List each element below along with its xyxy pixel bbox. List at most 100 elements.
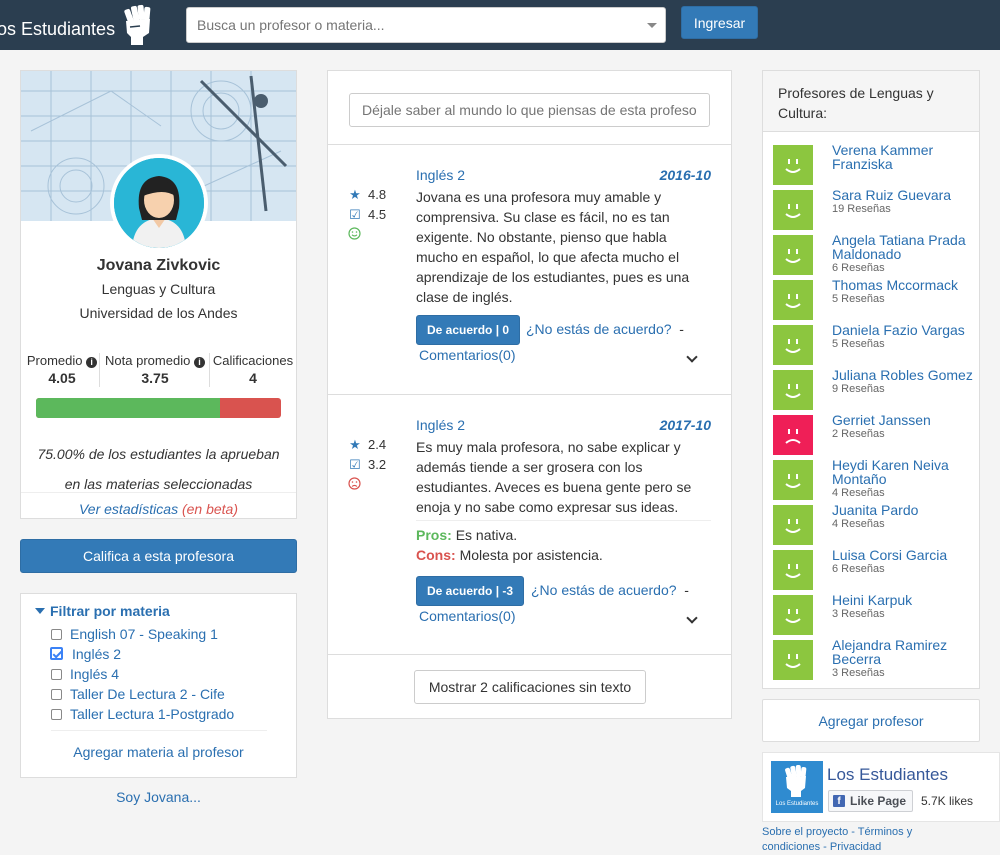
professor-list-item[interactable]: Gerriet Janssen 2 Reseñas bbox=[773, 413, 973, 455]
professor-name-link[interactable]: Verena Kammer Franziska bbox=[832, 143, 982, 171]
professor-list-item[interactable]: Angela Tatiana Prada Maldonado 6 Reseñas bbox=[773, 233, 973, 275]
grade-value: 4.5 bbox=[368, 207, 387, 222]
agree-button[interactable]: De acuerdo | 0 bbox=[416, 315, 521, 345]
info-icon[interactable]: i bbox=[193, 357, 205, 368]
happy-face-icon[interactable] bbox=[773, 235, 813, 275]
login-button[interactable]: Ingresar bbox=[681, 6, 758, 39]
happy-face-icon[interactable] bbox=[773, 550, 813, 590]
sad-face-icon[interactable] bbox=[773, 415, 813, 455]
filter-item-label[interactable]: Taller De Lectura 2 - Cife bbox=[70, 686, 225, 702]
review-cons: Cons: Molesta por asistencia. bbox=[416, 547, 603, 563]
professor-name-link[interactable]: Juliana Robles Gomez bbox=[832, 368, 982, 382]
filter-checkbox[interactable] bbox=[51, 669, 62, 680]
filter-checkbox[interactable] bbox=[51, 689, 62, 700]
filter-checkbox[interactable] bbox=[50, 647, 63, 660]
professor-list-item[interactable]: Heini Karpuk 3 Reseñas bbox=[773, 593, 973, 635]
brand-name[interactable]: os Estudiantes bbox=[0, 19, 115, 40]
filter-item-label[interactable]: Taller Lectura 1-Postgrado bbox=[70, 706, 234, 722]
comments-link[interactable]: Comentarios(0) bbox=[419, 347, 515, 363]
professor-name-link[interactable]: Thomas Mccormack bbox=[832, 278, 982, 292]
stat-value: 4.05 bbox=[48, 370, 76, 386]
info-icon[interactable]: i bbox=[86, 357, 98, 368]
review-course[interactable]: Inglés 2 bbox=[416, 417, 465, 433]
professor-name-link[interactable]: Luisa Corsi Garcia bbox=[832, 548, 982, 562]
review-input[interactable] bbox=[349, 93, 710, 127]
stats-link[interactable]: Ver estadísticas (en beta) bbox=[21, 492, 296, 517]
filter-toggle[interactable]: Filtrar por materia bbox=[35, 603, 170, 619]
professor-list-item[interactable]: Verena Kammer Franziska bbox=[773, 143, 973, 185]
happy-face-icon[interactable] bbox=[773, 460, 813, 500]
filter-item[interactable]: Taller De Lectura 2 - Cife bbox=[51, 686, 225, 706]
rate-professor-button[interactable]: Califica a esta profesora bbox=[20, 539, 297, 573]
filter-item[interactable]: Inglés 4 bbox=[51, 666, 119, 686]
add-subject-link[interactable]: Agregar materia al profesor bbox=[21, 744, 296, 760]
filter-item[interactable]: Taller Lectura 1-Postgrado bbox=[51, 706, 234, 726]
fb-like-button[interactable]: f Like Page bbox=[828, 790, 914, 812]
avatar bbox=[110, 154, 208, 252]
smile-icon bbox=[348, 227, 361, 243]
stat-label: Promedio bbox=[26, 353, 83, 368]
filter-item-label[interactable]: Inglés 2 bbox=[72, 646, 121, 662]
professor-name-link[interactable]: Daniela Fazio Vargas bbox=[832, 323, 982, 337]
fist-logo-icon[interactable] bbox=[118, 3, 156, 47]
filter-item[interactable]: English 07 - Speaking 1 bbox=[51, 626, 218, 646]
professor-list-item[interactable]: Alejandra Ramirez Becerra 3 Reseñas bbox=[773, 638, 973, 680]
search-input[interactable] bbox=[187, 8, 627, 42]
happy-face-icon[interactable] bbox=[773, 595, 813, 635]
happy-face-icon[interactable] bbox=[773, 370, 813, 410]
comments-link[interactable]: Comentarios(0) bbox=[419, 608, 515, 624]
professor-name-link[interactable]: Heini Karpuk bbox=[832, 593, 982, 607]
professor-name-link[interactable]: Heydi Karen Neiva Montaño bbox=[832, 458, 982, 486]
happy-face-icon[interactable] bbox=[773, 505, 813, 545]
professor-name-link[interactable]: Sara Ruiz Guevara bbox=[832, 188, 982, 202]
approval-text: 75.00% de los estudiantes la aprueban en… bbox=[21, 439, 296, 499]
disagree-link-text[interactable]: ¿No estás de acuerdo? bbox=[526, 321, 672, 337]
stats-link-text[interactable]: Ver estadísticas bbox=[79, 501, 178, 517]
disagree-link[interactable]: ¿No estás de acuerdo? - bbox=[531, 582, 689, 598]
review-course[interactable]: Inglés 2 bbox=[416, 167, 465, 183]
chevron-down-icon[interactable] bbox=[686, 612, 698, 624]
filter-item[interactable]: Inglés 2 bbox=[50, 646, 121, 666]
filter-checkbox[interactable] bbox=[51, 629, 62, 640]
happy-face-icon[interactable] bbox=[773, 325, 813, 365]
happy-face-icon[interactable] bbox=[773, 190, 813, 230]
about-link[interactable]: Sobre el proyecto bbox=[762, 826, 848, 838]
professor-name-link[interactable]: Gerriet Janssen bbox=[832, 413, 982, 427]
page-logo[interactable]: Los Estudiantes bbox=[771, 761, 823, 813]
separator: - bbox=[848, 826, 858, 838]
happy-face-icon[interactable] bbox=[773, 280, 813, 320]
chevron-down-icon[interactable] bbox=[686, 351, 698, 363]
claim-profile-link[interactable]: Soy Jovana... bbox=[20, 789, 297, 805]
professor-list-item[interactable]: Luisa Corsi Garcia 6 Reseñas bbox=[773, 548, 973, 590]
filter-item-label[interactable]: English 07 - Speaking 1 bbox=[70, 626, 218, 642]
professor-list-item[interactable]: Heydi Karen Neiva Montaño 4 Reseñas bbox=[773, 458, 973, 500]
fb-like-label: Like Page bbox=[850, 794, 907, 808]
review-count: 19 Reseñas bbox=[832, 203, 891, 215]
show-more-ratings-button[interactable]: Mostrar 2 calificaciones sin texto bbox=[414, 670, 646, 704]
filter-checkbox[interactable] bbox=[51, 709, 62, 720]
search-dropdown-caret-icon[interactable] bbox=[647, 23, 657, 28]
review-item: Inglés 2 2016-10 ★ 4.8 ☑ 4.5 Jovana es una… bbox=[328, 167, 731, 387]
professor-list-item[interactable]: Juliana Robles Gomez 9 Reseñas bbox=[773, 368, 973, 410]
happy-face-icon[interactable] bbox=[773, 640, 813, 680]
privacy-link[interactable]: Privacidad bbox=[830, 841, 881, 853]
professor-name-link[interactable]: Juanita Pardo bbox=[832, 503, 982, 517]
review-count: 2 Reseñas bbox=[832, 428, 885, 440]
search-box[interactable] bbox=[186, 7, 666, 43]
agree-button[interactable]: De acuerdo | -3 bbox=[416, 576, 525, 606]
professor-list-item[interactable]: Daniela Fazio Vargas 5 Reseñas bbox=[773, 323, 973, 365]
happy-face-icon[interactable] bbox=[773, 145, 813, 185]
review-rating: ★ 4.8 bbox=[348, 187, 386, 203]
professor-list-item[interactable]: Sara Ruiz Guevara 19 Reseñas bbox=[773, 188, 973, 230]
add-professor-button[interactable]: Agregar profesor bbox=[762, 699, 980, 742]
filter-item-label[interactable]: Inglés 4 bbox=[70, 666, 119, 682]
disagree-link-text[interactable]: ¿No estás de acuerdo? bbox=[531, 582, 677, 598]
professor-list-item[interactable]: Juanita Pardo 4 Reseñas bbox=[773, 503, 973, 545]
disagree-link[interactable]: ¿No estás de acuerdo? - bbox=[526, 321, 684, 337]
professor-name-link[interactable]: Alejandra Ramirez Becerra bbox=[832, 638, 982, 666]
fb-like-count: 5.7K likes bbox=[921, 794, 974, 808]
fb-page-name[interactable]: Los Estudiantes bbox=[827, 765, 948, 785]
professor-name-link[interactable]: Angela Tatiana Prada Maldonado bbox=[832, 233, 982, 261]
professor-list-item[interactable]: Thomas Mccormack 5 Reseñas bbox=[773, 278, 973, 320]
review-count: 3 Reseñas bbox=[832, 667, 885, 679]
